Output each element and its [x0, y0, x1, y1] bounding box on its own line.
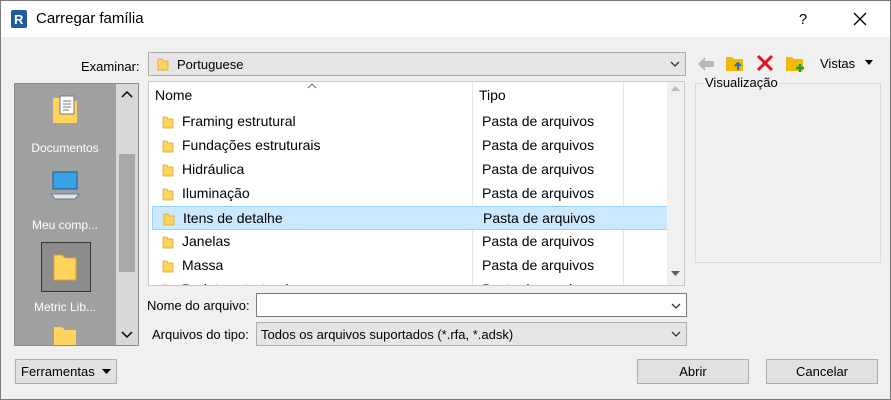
- look-in-label: Examinar:: [81, 59, 140, 74]
- folder-icon: [162, 164, 174, 177]
- open-button[interactable]: Abrir: [637, 359, 749, 384]
- chevron-down-icon[interactable]: [121, 331, 133, 339]
- filename-label: Nome do arquivo:: [147, 298, 250, 313]
- list-item-name: Massa: [182, 257, 224, 273]
- list-item[interactable]: Fundações estruturais Pasta de arquivos: [152, 134, 672, 158]
- look-in-combo[interactable]: Portuguese: [148, 52, 686, 76]
- places-scrollbar[interactable]: [116, 84, 138, 345]
- list-item-name: Janelas: [182, 233, 231, 249]
- list-item-type: Pasta de arquivos: [482, 161, 595, 177]
- chevron-up-icon[interactable]: [121, 90, 133, 98]
- close-button[interactable]: [840, 5, 880, 33]
- svg-text:R: R: [14, 12, 24, 27]
- tools-button[interactable]: Ferramentas: [15, 359, 117, 384]
- load-family-dialog: R Carregar família ? Examinar: Portugues…: [0, 0, 891, 400]
- list-item-type: Pasta de arquivos: [482, 185, 595, 201]
- preview-label: Visualização: [704, 75, 779, 90]
- filetype-value: Todos os arquivos suportados (*.rfa, *.a…: [261, 327, 514, 342]
- folder-icon: [157, 58, 169, 71]
- documents-icon: [53, 95, 77, 123]
- folder-icon: [162, 236, 174, 249]
- filetype-combo[interactable]: Todos os arquivos suportados (*.rfa, *.a…: [256, 322, 687, 346]
- look-in-value: Portuguese: [177, 57, 244, 72]
- up-folder-icon[interactable]: [724, 52, 746, 74]
- chevron-down-icon[interactable]: [671, 271, 680, 277]
- folder-icon: [162, 188, 174, 201]
- views-menu[interactable]: Vistas: [820, 56, 855, 71]
- places-bar: Documentos Meu comp... Metric Lib...: [14, 83, 139, 346]
- file-list[interactable]: Nome Tipo Framing estrutural Pasta de arq…: [148, 81, 685, 286]
- window-title: Carregar família: [36, 10, 144, 27]
- place-my-computer[interactable]: Meu comp...: [15, 164, 115, 244]
- caret-down-icon: [102, 369, 111, 374]
- chevron-down-icon: [670, 61, 680, 67]
- folder-icon: [162, 140, 174, 153]
- file-list-scrollbar[interactable]: [667, 82, 684, 285]
- list-item[interactable]: Framing estrutural Pasta de arquivos: [152, 110, 672, 134]
- delete-icon[interactable]: [754, 52, 776, 74]
- list-item-name: Framing estrutural: [182, 113, 296, 129]
- folder-icon: [162, 260, 174, 273]
- place-metric-library[interactable]: Metric Lib...: [15, 242, 115, 322]
- title-bar: R Carregar família ?: [1, 1, 890, 37]
- cancel-button[interactable]: Cancelar: [766, 359, 878, 384]
- revit-app-icon: R: [11, 10, 27, 28]
- list-item-type: Pasta de arquivos: [482, 257, 595, 273]
- list-item[interactable]: Itens de detalhe Pasta de arquivos: [152, 206, 672, 230]
- list-item-type: Pasta de arquivos: [482, 233, 595, 249]
- filetype-label: Arquivos do tipo:: [152, 327, 249, 342]
- list-item-type: Pasta de arquivos: [482, 137, 595, 153]
- folder-icon: [162, 116, 174, 129]
- preview-pane: [695, 83, 881, 263]
- chevron-up-icon[interactable]: [671, 86, 680, 92]
- list-item[interactable]: Massa Pasta de arquivos: [152, 254, 672, 278]
- list-item[interactable]: Janelas Pasta de arquivos: [152, 230, 672, 254]
- list-item[interactable]: Hidráulica Pasta de arquivos: [152, 158, 672, 182]
- list-item-type: Pasta de arquivos: [482, 113, 595, 129]
- computer-icon: [49, 171, 81, 200]
- places-scroll-thumb[interactable]: [119, 154, 135, 272]
- folder-icon: [53, 254, 77, 281]
- back-arrow-icon[interactable]: [695, 53, 717, 75]
- list-item-type: Pasta de arquivos: [483, 210, 596, 226]
- filename-field[interactable]: [256, 293, 687, 317]
- chevron-down-icon: [671, 331, 681, 337]
- column-header-type[interactable]: Tipo: [473, 82, 623, 110]
- folder-icon: [54, 327, 76, 345]
- list-item-name: Itens de detalhe: [183, 210, 283, 226]
- new-folder-icon[interactable]: [784, 52, 806, 74]
- close-icon: [853, 12, 867, 26]
- place-documents[interactable]: Documentos: [15, 84, 115, 164]
- list-item-name: Iluminação: [182, 185, 250, 201]
- folder-icon: [163, 213, 175, 226]
- chevron-down-icon[interactable]: [670, 300, 682, 312]
- list-item-name: Hidráulica: [182, 161, 245, 177]
- list-item[interactable]: Projeto estrutural Pasta de arquivos: [152, 278, 672, 285]
- column-header-name[interactable]: Nome: [149, 82, 473, 110]
- help-button[interactable]: ?: [783, 5, 823, 33]
- caret-down-icon[interactable]: [864, 60, 874, 66]
- list-item-type: Pasta de arquivos: [482, 281, 594, 285]
- list-item-name: Fundações estruturais: [182, 137, 321, 153]
- list-item[interactable]: Iluminação Pasta de arquivos: [152, 182, 672, 206]
- list-item-name: Projeto estrutural: [182, 281, 289, 285]
- folder-icon: [162, 284, 168, 285]
